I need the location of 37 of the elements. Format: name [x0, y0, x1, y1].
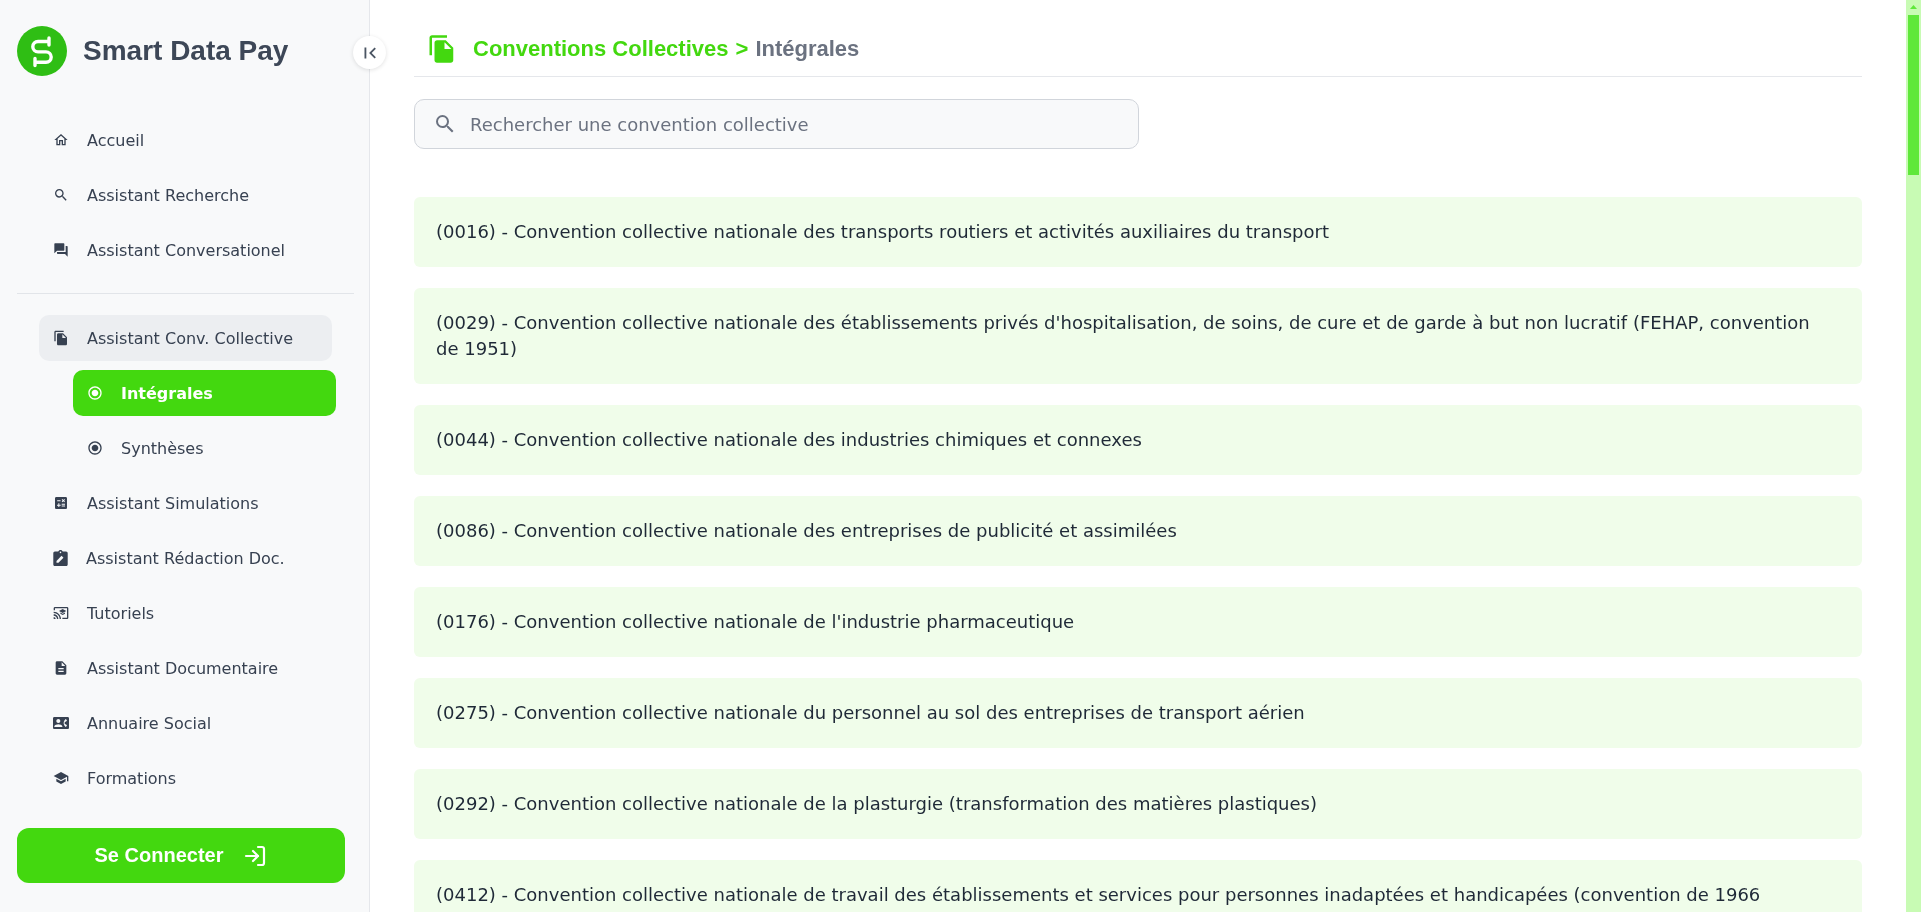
clipboard-pen-icon: [53, 550, 68, 566]
nav-item[interactable]: Assistant Documentaire: [39, 645, 332, 691]
document-icon: [53, 660, 69, 676]
contact-card-icon: [53, 715, 69, 731]
convention-card[interactable]: (0016) - Convention collective nationale des transports routiers et activités auxiliaires du transport: [414, 197, 1862, 267]
brand-name: Smart Data Pay: [83, 35, 289, 67]
nav-item[interactable]: Assistant Conversationel: [39, 227, 332, 273]
nav-item[interactable]: Annuaire Social: [39, 700, 332, 746]
search-icon: [53, 187, 69, 203]
nav-item[interactable]: Assistant Recherche: [39, 172, 332, 218]
nav-item[interactable]: Assistant Conv. Collective: [39, 315, 332, 361]
nav-item[interactable]: Tutoriels: [39, 590, 332, 636]
nav-item[interactable]: Assistant Rédaction Doc.: [39, 535, 332, 581]
nav-item[interactable]: Accueil: [39, 117, 332, 163]
search-field[interactable]: Rechercher une convention collective: [414, 99, 1139, 149]
home-icon: [53, 132, 69, 148]
convention-card[interactable]: (0044) - Convention collective nationale des industries chimiques et connexes: [414, 405, 1862, 475]
convention-card[interactable]: (0275) - Convention collective nationale du personnel au sol des entreprises de transport aérien: [414, 678, 1862, 748]
scrollbar-thumb[interactable]: [1908, 15, 1919, 175]
nav-item[interactable]: Assistant Simulations: [39, 480, 332, 526]
breadcrumb-current: Intégrales: [755, 36, 860, 62]
convention-card[interactable]: (0029) - Convention collective nationale des établissements privés d'hospitalisation, de soins, de cure et de garde à but non lucratif (FEHAP, convention de 1951): [414, 288, 1862, 384]
nav-subitem[interactable]: Synthèses: [73, 425, 336, 471]
logo-icon: [17, 26, 67, 76]
convention-card[interactable]: (0086) - Convention collective nationale des entreprises de publicité et assimilées: [414, 496, 1862, 566]
convention-card[interactable]: (0292) - Convention collective nationale de la plasturgie (transformation des matières plastiques): [414, 769, 1862, 839]
documents-icon: [53, 330, 69, 346]
calculator-icon: [53, 495, 69, 511]
scroll-up-arrow-icon[interactable]: [1910, 5, 1917, 9]
convention-card[interactable]: (0412) - Convention collective nationale de travail des établissements et services pour personnes inadaptées et handicapées (convention de 1966: [414, 860, 1862, 912]
login-icon: [243, 843, 268, 868]
cast-screen-icon: [53, 605, 69, 621]
chat-bubbles-icon: [53, 242, 69, 258]
convention-card[interactable]: (0176) - Convention collective nationale de l'industrie pharmaceutique: [414, 587, 1862, 657]
nav-item[interactable]: Formations: [39, 755, 332, 801]
breadcrumb-separator: >: [735, 36, 749, 62]
graduation-cap-icon: [53, 770, 69, 786]
